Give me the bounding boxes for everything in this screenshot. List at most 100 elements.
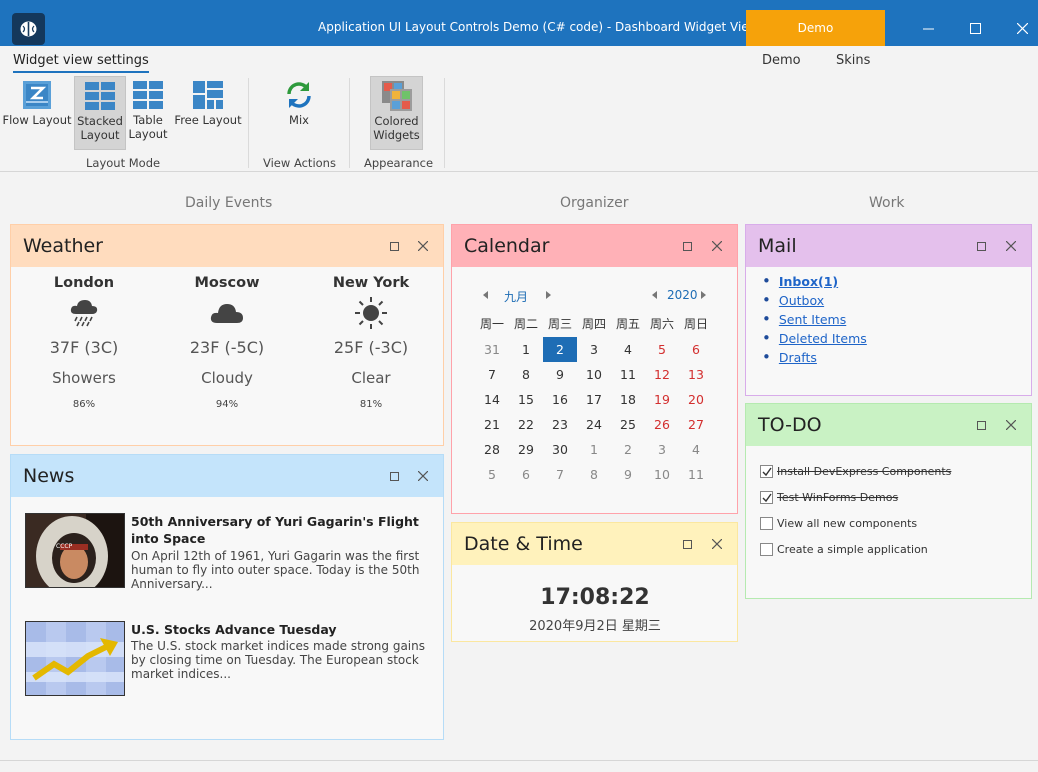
calendar-day[interactable]: 22	[509, 412, 543, 437]
widget-header[interactable]: TO-DO	[746, 404, 1031, 446]
calendar-day[interactable]: 12	[645, 362, 679, 387]
calendar-day[interactable]: 9	[611, 462, 645, 487]
todo-checkbox[interactable]	[760, 542, 773, 556]
calendar-day[interactable]: 3	[645, 437, 679, 462]
todo-checkbox[interactable]	[760, 516, 773, 530]
widget-header[interactable]: Calendar	[452, 225, 737, 267]
maximize-widget-button[interactable]	[679, 238, 695, 254]
calendar-day[interactable]: 20	[679, 387, 713, 412]
inbox-link[interactable]: Inbox(1)	[779, 274, 838, 289]
calendar-day[interactable]: 23	[543, 412, 577, 437]
calendar-day[interactable]: 27	[679, 412, 713, 437]
colored-widgets-icon	[381, 81, 412, 111]
weather-city-moscow: Moscow 23F (-5C) Cloudy 94%	[157, 275, 297, 410]
weekday-label: 周一	[479, 317, 504, 331]
calendar-day[interactable]: 5	[645, 337, 679, 362]
colored-widgets-button[interactable]: Colored Widgets	[370, 76, 423, 150]
todo-checkbox[interactable]	[760, 490, 773, 504]
close-widget-button[interactable]	[1003, 417, 1019, 433]
calendar-day[interactable]: 18	[611, 387, 645, 412]
calendar-day[interactable]: 1	[577, 437, 611, 462]
calendar-day[interactable]: 14	[475, 387, 509, 412]
calendar-day[interactable]: 17	[577, 387, 611, 412]
calendar-day[interactable]: 2	[543, 337, 577, 362]
mail-folder-item: Inbox(1)	[762, 272, 867, 291]
maximize-widget-button[interactable]	[386, 238, 402, 254]
calendar-day[interactable]: 15	[509, 387, 543, 412]
calendar-day[interactable]: 1	[509, 337, 543, 362]
drafts-link[interactable]: Drafts	[779, 350, 817, 365]
calendar-day[interactable]: 3	[577, 337, 611, 362]
tab-widget-view-settings[interactable]: Widget view settings	[13, 53, 149, 73]
sent-items-link[interactable]: Sent Items	[779, 312, 846, 327]
next-month-arrow-icon[interactable]	[546, 291, 551, 299]
free-layout-button[interactable]: Free Layout	[172, 76, 244, 150]
maximize-icon	[682, 241, 692, 251]
calendar-day[interactable]: 2	[611, 437, 645, 462]
calendar-day[interactable]: 11	[679, 462, 713, 487]
calendar-day[interactable]: 6	[679, 337, 713, 362]
calendar-day[interactable]: 4	[679, 437, 713, 462]
calendar-day[interactable]: 25	[611, 412, 645, 437]
next-year-arrow-icon[interactable]	[701, 291, 706, 299]
calendar-day[interactable]: 10	[645, 462, 679, 487]
calendar-day[interactable]: 8	[509, 362, 543, 387]
widget-header[interactable]: Date & Time	[452, 523, 737, 565]
minimize-button[interactable]	[905, 10, 951, 46]
maximize-widget-button[interactable]	[386, 468, 402, 484]
calendar-day[interactable]: 21	[475, 412, 509, 437]
maximize-button[interactable]	[952, 10, 998, 46]
calendar-day[interactable]: 24	[577, 412, 611, 437]
calendar-day[interactable]: 4	[611, 337, 645, 362]
stacked-layout-button[interactable]: Stacked Layout	[74, 76, 126, 150]
app-icon[interactable]	[12, 13, 45, 45]
demo-badge[interactable]: Demo	[746, 10, 885, 46]
close-widget-button[interactable]	[709, 238, 725, 254]
maximize-widget-button[interactable]	[679, 536, 695, 552]
widget-header[interactable]: News	[11, 455, 443, 497]
skins-menu[interactable]: Skins	[836, 53, 870, 68]
news-title[interactable]: U.S. Stocks Advance Tuesday	[131, 621, 431, 638]
close-widget-button[interactable]	[415, 238, 431, 254]
mix-button[interactable]: Mix	[272, 76, 326, 150]
table-layout-button[interactable]: Table Layout	[128, 76, 168, 150]
calendar-day[interactable]: 8	[577, 462, 611, 487]
calendar-day[interactable]: 5	[475, 462, 509, 487]
weekday-label: 周四	[581, 317, 606, 331]
calendar-day[interactable]: 9	[543, 362, 577, 387]
prev-month-arrow-icon[interactable]	[483, 291, 488, 299]
calendar-day[interactable]: 28	[475, 437, 509, 462]
close-window-button[interactable]	[999, 10, 1038, 46]
news-title[interactable]: 50th Anniversary of Yuri Gagarin's Fligh…	[131, 513, 431, 547]
flow-layout-button[interactable]: Flow Layout	[2, 76, 72, 150]
calendar-day[interactable]: 29	[509, 437, 543, 462]
deleted-items-link[interactable]: Deleted Items	[779, 331, 867, 346]
calendar-day[interactable]: 10	[577, 362, 611, 387]
calendar-day[interactable]: 6	[509, 462, 543, 487]
maximize-widget-button[interactable]	[973, 238, 989, 254]
calendar-day[interactable]: 31	[475, 337, 509, 362]
close-widget-button[interactable]	[709, 536, 725, 552]
demo-menu[interactable]: Demo	[762, 53, 801, 68]
calendar-day[interactable]: 13	[679, 362, 713, 387]
calendar-day[interactable]: 19	[645, 387, 679, 412]
weekday-label: 周五	[615, 317, 640, 331]
prev-year-arrow-icon[interactable]	[652, 291, 657, 299]
calendar-year[interactable]: 2020	[667, 288, 698, 302]
calendar-day[interactable]: 7	[543, 462, 577, 487]
calendar-day[interactable]: 11	[611, 362, 645, 387]
widget-header[interactable]: Weather	[11, 225, 443, 267]
todo-item: View all new components	[760, 515, 917, 531]
calendar-day[interactable]: 7	[475, 362, 509, 387]
maximize-widget-button[interactable]	[973, 417, 989, 433]
calendar-day[interactable]: 30	[543, 437, 577, 462]
calendar-day[interactable]: 16	[543, 387, 577, 412]
outbox-link[interactable]: Outbox	[779, 293, 824, 308]
calendar-day[interactable]: 26	[645, 412, 679, 437]
close-widget-button[interactable]	[415, 468, 431, 484]
weekday-label: 周二	[513, 317, 538, 331]
todo-checkbox[interactable]	[760, 464, 773, 478]
close-widget-button[interactable]	[1003, 238, 1019, 254]
calendar-month[interactable]: 九月	[504, 288, 528, 305]
widget-header[interactable]: Mail	[746, 225, 1031, 267]
